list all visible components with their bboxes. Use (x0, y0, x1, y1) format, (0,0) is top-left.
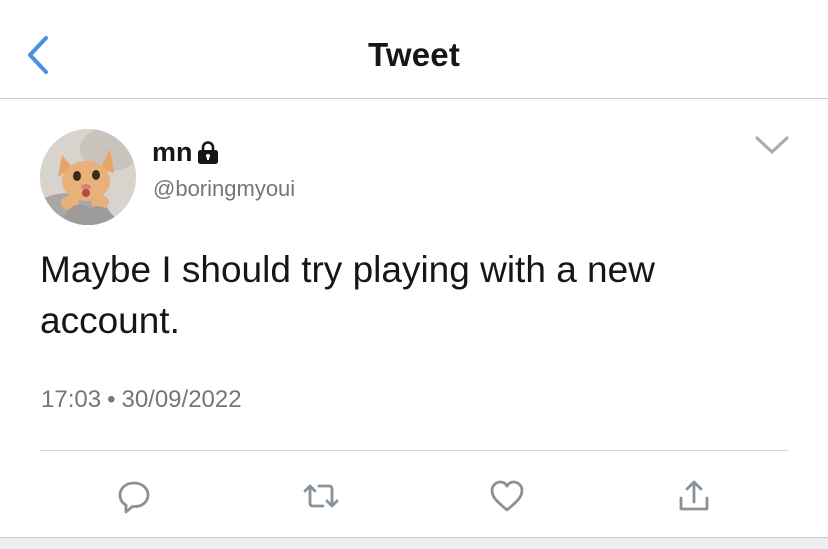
heart-icon (490, 480, 524, 512)
avatar[interactable] (40, 129, 136, 225)
retweet-icon (303, 484, 339, 508)
page-title: Tweet (367, 36, 461, 73)
reply-button[interactable] (114, 476, 154, 516)
meta-separator: • (107, 386, 116, 413)
share-button[interactable] (674, 476, 714, 516)
tweet-timestamp: 17:03 • 30/09/2022 (41, 385, 242, 415)
tweet-date: 30/09/2022 (121, 386, 242, 413)
lock-icon (197, 141, 218, 164)
divider (40, 450, 788, 451)
like-button[interactable] (487, 476, 527, 516)
reply-icon (118, 481, 150, 514)
bottom-strip (0, 537, 828, 549)
share-icon (679, 480, 709, 511)
tweet-time: 17:03 (41, 386, 102, 413)
display-name[interactable]: mn (152, 135, 193, 169)
author-handle[interactable]: @boringmyoui (153, 175, 295, 203)
retweet-button[interactable] (301, 476, 341, 516)
nav-bar: Tweet (0, 0, 828, 99)
cat-avatar-image (40, 129, 136, 225)
author-name-row[interactable]: mn (152, 135, 220, 169)
more-options-button[interactable] (754, 132, 790, 158)
tweet-text: Maybe I should try playing with a new ac… (40, 249, 655, 341)
chevron-down-icon (755, 136, 789, 154)
